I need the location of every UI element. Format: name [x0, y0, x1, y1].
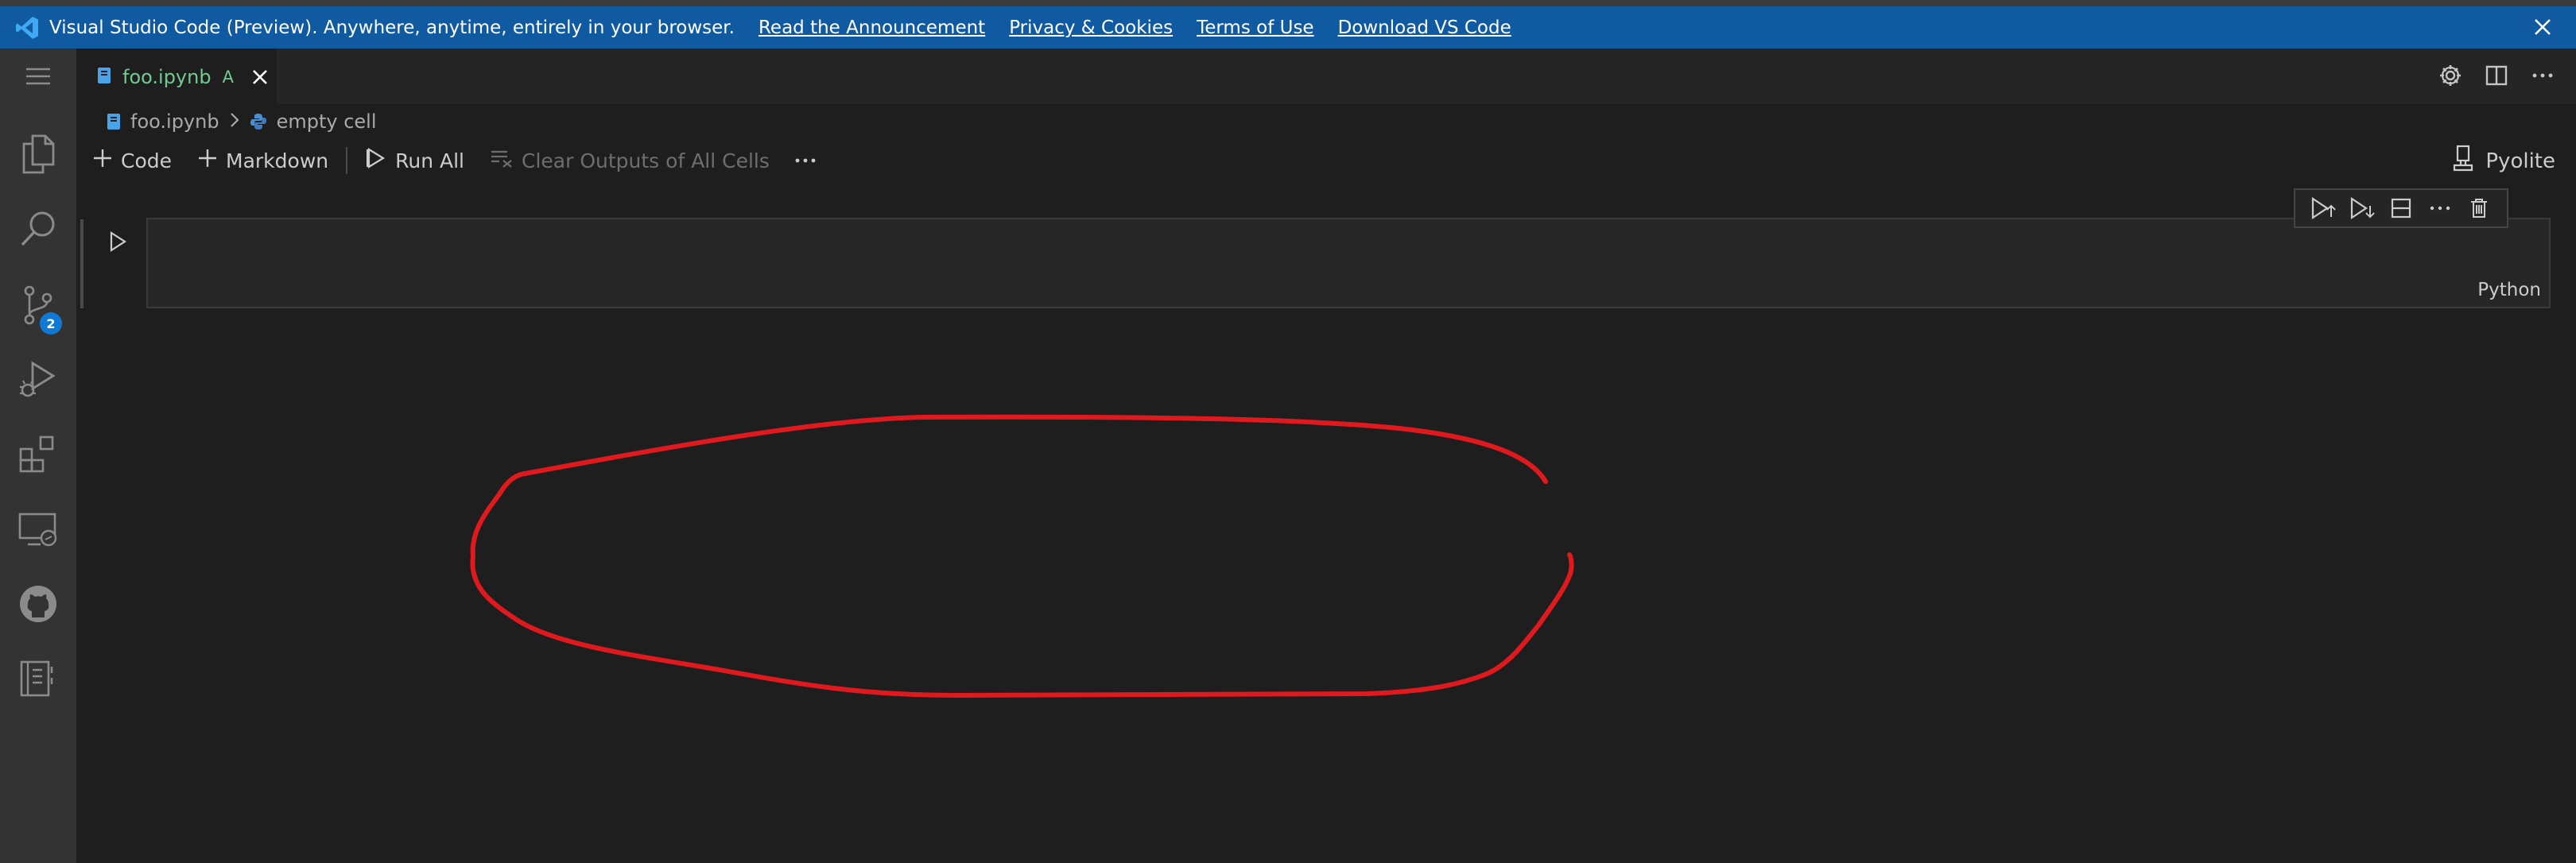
- cell-language-label[interactable]: Python: [2477, 280, 2541, 300]
- cell-toolbar: [2294, 188, 2508, 228]
- notebook-toolbar: Code Markdown Run All Clear Outputs of A…: [76, 140, 2576, 181]
- clear-outputs-button[interactable]: Clear Outputs of All Cells: [490, 148, 770, 173]
- read-announcement-link[interactable]: Read the Announcement: [758, 17, 985, 38]
- delete-cell-icon[interactable]: [2463, 192, 2495, 224]
- tab-foo-ipynb[interactable]: foo.ipynb A: [76, 48, 277, 104]
- menu-icon[interactable]: [0, 48, 76, 104]
- tab-filename: foo.ipynb: [122, 66, 211, 88]
- breadcrumb: foo.ipynb empty cell: [76, 104, 377, 139]
- toolbar-divider: [346, 147, 348, 174]
- run-all-button[interactable]: Run All: [365, 147, 464, 174]
- notebook-file-icon: [97, 67, 111, 87]
- run-debug-icon[interactable]: [0, 344, 76, 416]
- kernel-picker[interactable]: Pyolite: [2452, 145, 2555, 177]
- split-editor-icon[interactable]: [2481, 60, 2512, 91]
- plus-icon: [92, 148, 113, 173]
- kernel-icon: [2452, 145, 2474, 177]
- cell-focus-indicator: [80, 219, 83, 308]
- tab-close-icon[interactable]: [248, 65, 272, 89]
- clear-all-icon: [490, 148, 514, 173]
- more-actions-icon[interactable]: [2527, 60, 2559, 91]
- extensions-icon[interactable]: [0, 419, 76, 490]
- add-markdown-cell-button[interactable]: Markdown: [197, 148, 328, 173]
- add-code-cell-button[interactable]: Code: [92, 148, 172, 173]
- source-control-badge: 2: [40, 312, 62, 335]
- source-control-icon[interactable]: 2: [0, 269, 76, 341]
- privacy-cookies-link[interactable]: Privacy & Cookies: [1009, 17, 1173, 38]
- tab-status: A: [222, 68, 234, 87]
- breadcrumb-file[interactable]: foo.ipynb: [130, 110, 219, 133]
- chevron-right-icon: [229, 110, 240, 133]
- activity-bar: 2: [0, 48, 76, 863]
- red-annotation-circle: [470, 414, 1574, 698]
- notebook-file-icon: [107, 113, 121, 130]
- remote-explorer-icon[interactable]: [0, 493, 76, 565]
- split-cell-icon[interactable]: [2385, 192, 2417, 224]
- more-toolbar-actions-icon[interactable]: [793, 149, 817, 172]
- download-vscode-link[interactable]: Download VS Code: [1338, 17, 1511, 38]
- execute-below-icon[interactable]: [2346, 192, 2378, 224]
- gear-icon[interactable]: [2434, 60, 2466, 91]
- search-icon[interactable]: [0, 193, 76, 265]
- editor-tab-bar: foo.ipynb A: [76, 48, 2576, 104]
- notebook-icon[interactable]: [0, 643, 76, 714]
- run-all-icon: [365, 147, 387, 174]
- cell-more-actions-icon[interactable]: [2424, 192, 2456, 224]
- play-icon: [107, 230, 128, 256]
- run-cell-button[interactable]: [102, 227, 134, 259]
- vscode-logo-icon: [13, 14, 41, 42]
- banner-message: Visual Studio Code (Preview). Anywhere, …: [49, 17, 735, 38]
- plus-icon: [197, 148, 218, 173]
- editor-actions: [2434, 60, 2559, 91]
- code-cell-editor[interactable]: Python: [146, 218, 2551, 308]
- github-icon[interactable]: [0, 568, 76, 640]
- execute-above-icon[interactable]: [2307, 192, 2339, 224]
- window-top-strip: [0, 0, 2576, 6]
- banner-close-icon[interactable]: [2528, 13, 2557, 41]
- terms-of-use-link[interactable]: Terms of Use: [1197, 17, 1314, 38]
- announcement-banner: Visual Studio Code (Preview). Anywhere, …: [0, 6, 2576, 48]
- explorer-icon[interactable]: [0, 118, 76, 190]
- python-icon: [250, 113, 267, 130]
- breadcrumb-cell[interactable]: empty cell: [277, 110, 377, 133]
